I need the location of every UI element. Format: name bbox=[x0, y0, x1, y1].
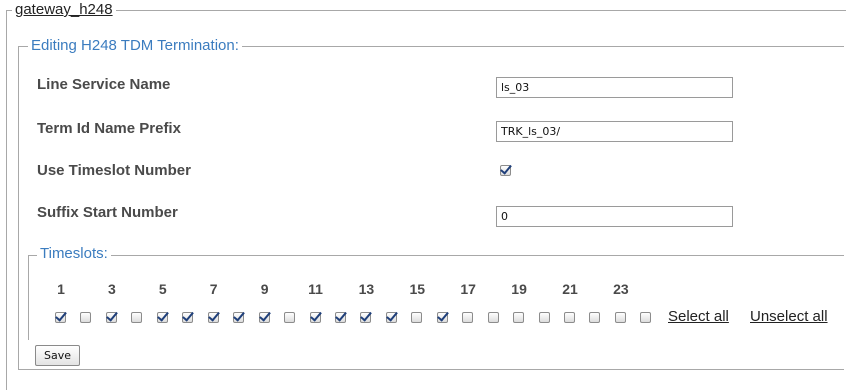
use-timeslot-number-checkbox[interactable] bbox=[500, 165, 511, 176]
timeslot-checkbox[interactable] bbox=[55, 312, 66, 323]
timeslot-number-label: 1 bbox=[57, 281, 65, 297]
timeslot-checkbox[interactable] bbox=[462, 312, 474, 323]
timeslot-number-label: 13 bbox=[358, 281, 375, 297]
timeslot-checkbox[interactable] bbox=[411, 312, 423, 323]
editing-termination-legend: Editing H248 TDM Termination: bbox=[28, 38, 242, 54]
use-timeslot-number-label: Use Timeslot Number bbox=[37, 162, 191, 179]
select-all-link[interactable]: Select all bbox=[668, 309, 729, 325]
timeslot-number-label: 9 bbox=[260, 281, 269, 297]
line-service-name-input[interactable] bbox=[496, 77, 733, 98]
timeslot-number-label: 11 bbox=[308, 281, 323, 297]
timeslot-checkbox[interactable] bbox=[436, 312, 448, 323]
timeslot-checkbox[interactable] bbox=[513, 312, 525, 323]
timeslot-number-label: 19 bbox=[511, 281, 527, 297]
term-id-name-prefix-label: Term Id Name Prefix bbox=[37, 120, 181, 137]
timeslot-checkbox[interactable] bbox=[538, 312, 550, 323]
timeslot-checkbox[interactable] bbox=[334, 312, 346, 323]
timeslot-number-label: 3 bbox=[107, 281, 116, 297]
timeslot-number-label: 21 bbox=[562, 281, 578, 297]
timeslot-checkbox[interactable] bbox=[207, 312, 219, 323]
timeslot-checkbox[interactable] bbox=[131, 312, 143, 323]
term-id-name-prefix-input[interactable] bbox=[496, 121, 733, 142]
timeslot-checkbox[interactable] bbox=[360, 312, 372, 323]
timeslot-checkbox[interactable] bbox=[385, 312, 397, 323]
timeslot-checkbox[interactable] bbox=[589, 312, 601, 323]
timeslot-number-label: 5 bbox=[158, 281, 167, 297]
timeslots-fieldset bbox=[28, 255, 844, 340]
timeslot-number-label: 17 bbox=[460, 281, 476, 297]
line-service-name-label: Line Service Name bbox=[37, 76, 171, 93]
timeslot-checkbox[interactable] bbox=[156, 312, 168, 323]
timeslot-checkbox[interactable] bbox=[284, 312, 296, 323]
gateway-legend: gateway_h248 bbox=[12, 2, 116, 18]
unselect-all-link[interactable]: Unselect all bbox=[750, 309, 828, 325]
suffix-start-number-label: Suffix Start Number bbox=[37, 204, 178, 221]
timeslot-number-label: 23 bbox=[613, 281, 629, 297]
timeslot-checkbox[interactable] bbox=[233, 312, 245, 323]
save-button[interactable]: Save bbox=[35, 345, 80, 366]
timeslot-number-label: 15 bbox=[409, 281, 426, 297]
timeslot-checkbox[interactable] bbox=[80, 312, 92, 323]
timeslot-checkbox[interactable] bbox=[309, 312, 321, 323]
timeslot-checkbox[interactable] bbox=[258, 312, 270, 323]
timeslot-checkbox[interactable] bbox=[182, 312, 194, 323]
timeslot-checkbox[interactable] bbox=[564, 312, 575, 323]
timeslot-checkbox[interactable] bbox=[614, 312, 626, 323]
timeslot-checkbox[interactable] bbox=[487, 312, 499, 323]
timeslot-checkbox[interactable] bbox=[105, 312, 117, 323]
timeslots-legend: Timeslots: bbox=[37, 246, 111, 262]
suffix-start-number-input[interactable] bbox=[496, 206, 733, 227]
timeslot-checkbox[interactable] bbox=[640, 312, 652, 323]
timeslot-number-label: 7 bbox=[209, 281, 218, 297]
